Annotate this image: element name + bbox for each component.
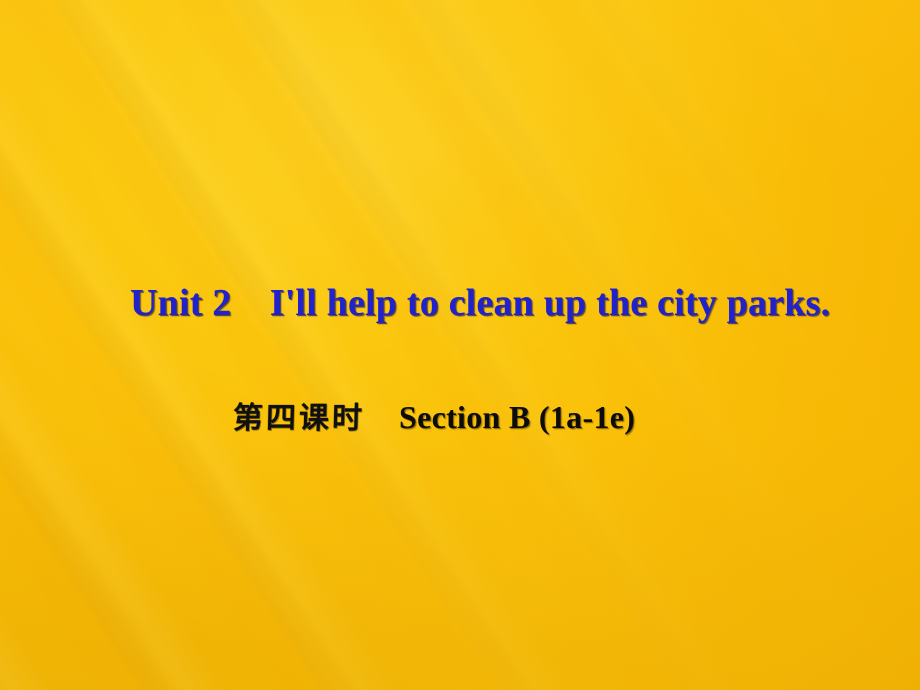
slide-subtitle-section-label: Section B (1a-1e) [399,399,636,435]
slide-subtitle-period-cn: 第四课时 [232,401,366,436]
slide-subtitle: 第四课时 Section B (1a-1e) [0,398,920,438]
slide-content: Unit 2 I'll help to clean up the city pa… [0,0,920,690]
slide-title: Unit 2 I'll help to clean up the city pa… [0,281,920,325]
presentation-slide: Unit 2 I'll help to clean up the city pa… [0,0,920,690]
slide-title-text: Unit 2 I'll help to clean up the city pa… [130,282,831,324]
